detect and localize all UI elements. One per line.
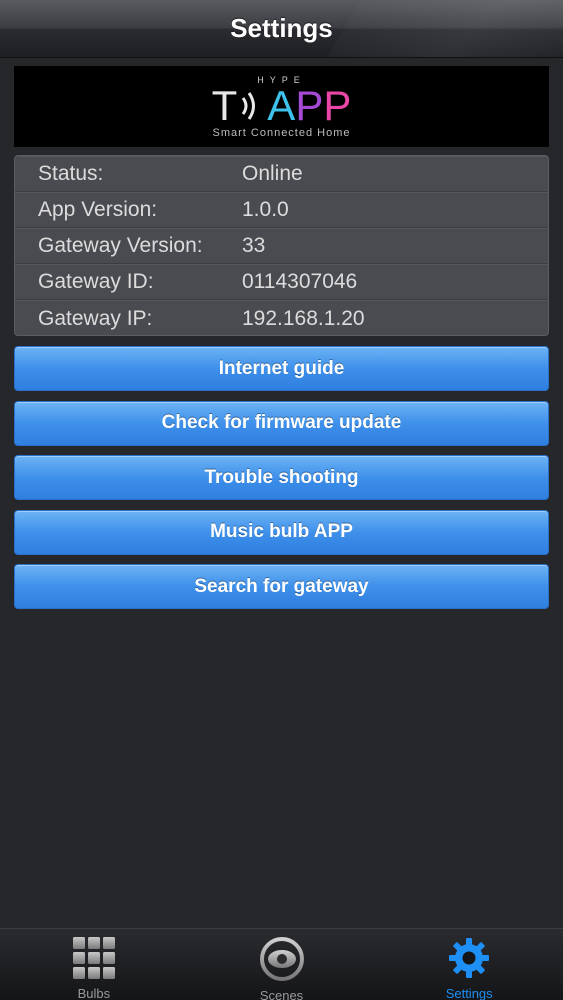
- logo-letter-t: T: [211, 81, 238, 129]
- info-row-gateway-id: Gateway ID: 0114307046: [15, 264, 548, 300]
- info-value: 33: [242, 234, 266, 257]
- check-firmware-update-button[interactable]: Check for firmware update: [14, 400, 549, 446]
- trouble-shooting-button[interactable]: Trouble shooting: [14, 455, 549, 500]
- eye-icon: [259, 937, 304, 981]
- logo-letter-p1: P: [295, 81, 324, 129]
- internet-guide-button[interactable]: Internet guide: [14, 346, 549, 391]
- action-button-list: Internet guide Check for firmware update…: [14, 346, 549, 619]
- tab-label: Settings: [445, 986, 493, 1000]
- grid-icon: [72, 937, 116, 979]
- logo-letter-p2: P: [323, 81, 352, 129]
- app-screen: Settings HYPE T A P P Smart Connected Ho…: [0, 0, 563, 1000]
- gear-icon: [447, 937, 491, 979]
- logo-wordmark: T A P P: [211, 81, 352, 129]
- info-key: Gateway ID:: [38, 270, 154, 293]
- navigation-bar: Settings: [0, 0, 563, 58]
- tab-settings[interactable]: Settings: [375, 929, 563, 1000]
- music-bulb-app-button[interactable]: Music bulb APP: [14, 509, 549, 555]
- tab-bulbs[interactable]: Bulbs: [0, 929, 188, 1000]
- info-key: App Version:: [38, 198, 158, 221]
- tab-label: Bulbs: [77, 986, 111, 1000]
- logo-tagline: Smart Connected Home: [212, 126, 351, 139]
- info-key: Gateway IP:: [38, 306, 153, 330]
- signal-waves-icon: [242, 91, 256, 120]
- search-for-gateway-button[interactable]: Search for gateway: [14, 564, 549, 609]
- info-value: 0114307046: [242, 270, 358, 293]
- page-title: Settings: [230, 13, 333, 43]
- info-key: Gateway Version:: [38, 234, 203, 257]
- info-row-app-version: App Version: 1.0.0: [15, 192, 548, 228]
- info-row-gateway-version: Gateway Version: 33: [15, 228, 548, 264]
- tab-bar: Bulbs Scenes Settings: [0, 928, 563, 1000]
- info-value: 1.0.0: [242, 198, 289, 221]
- tab-label: Scenes: [259, 988, 304, 1000]
- gateway-info-table: Status: Online App Version: 1.0.0 Gatewa…: [14, 155, 549, 336]
- tab-scenes[interactable]: Scenes: [188, 929, 376, 1000]
- info-row-status: Status: Online: [15, 156, 548, 192]
- info-value: Online: [242, 162, 303, 185]
- info-key: Status:: [38, 162, 104, 185]
- info-value: 192.168.1.20: [242, 306, 365, 330]
- info-row-gateway-ip: Gateway IP: 192.168.1.20: [15, 300, 548, 335]
- logo-letter-a: A: [267, 81, 296, 129]
- brand-logo-banner: HYPE T A P P Smart Connected Home: [14, 66, 549, 147]
